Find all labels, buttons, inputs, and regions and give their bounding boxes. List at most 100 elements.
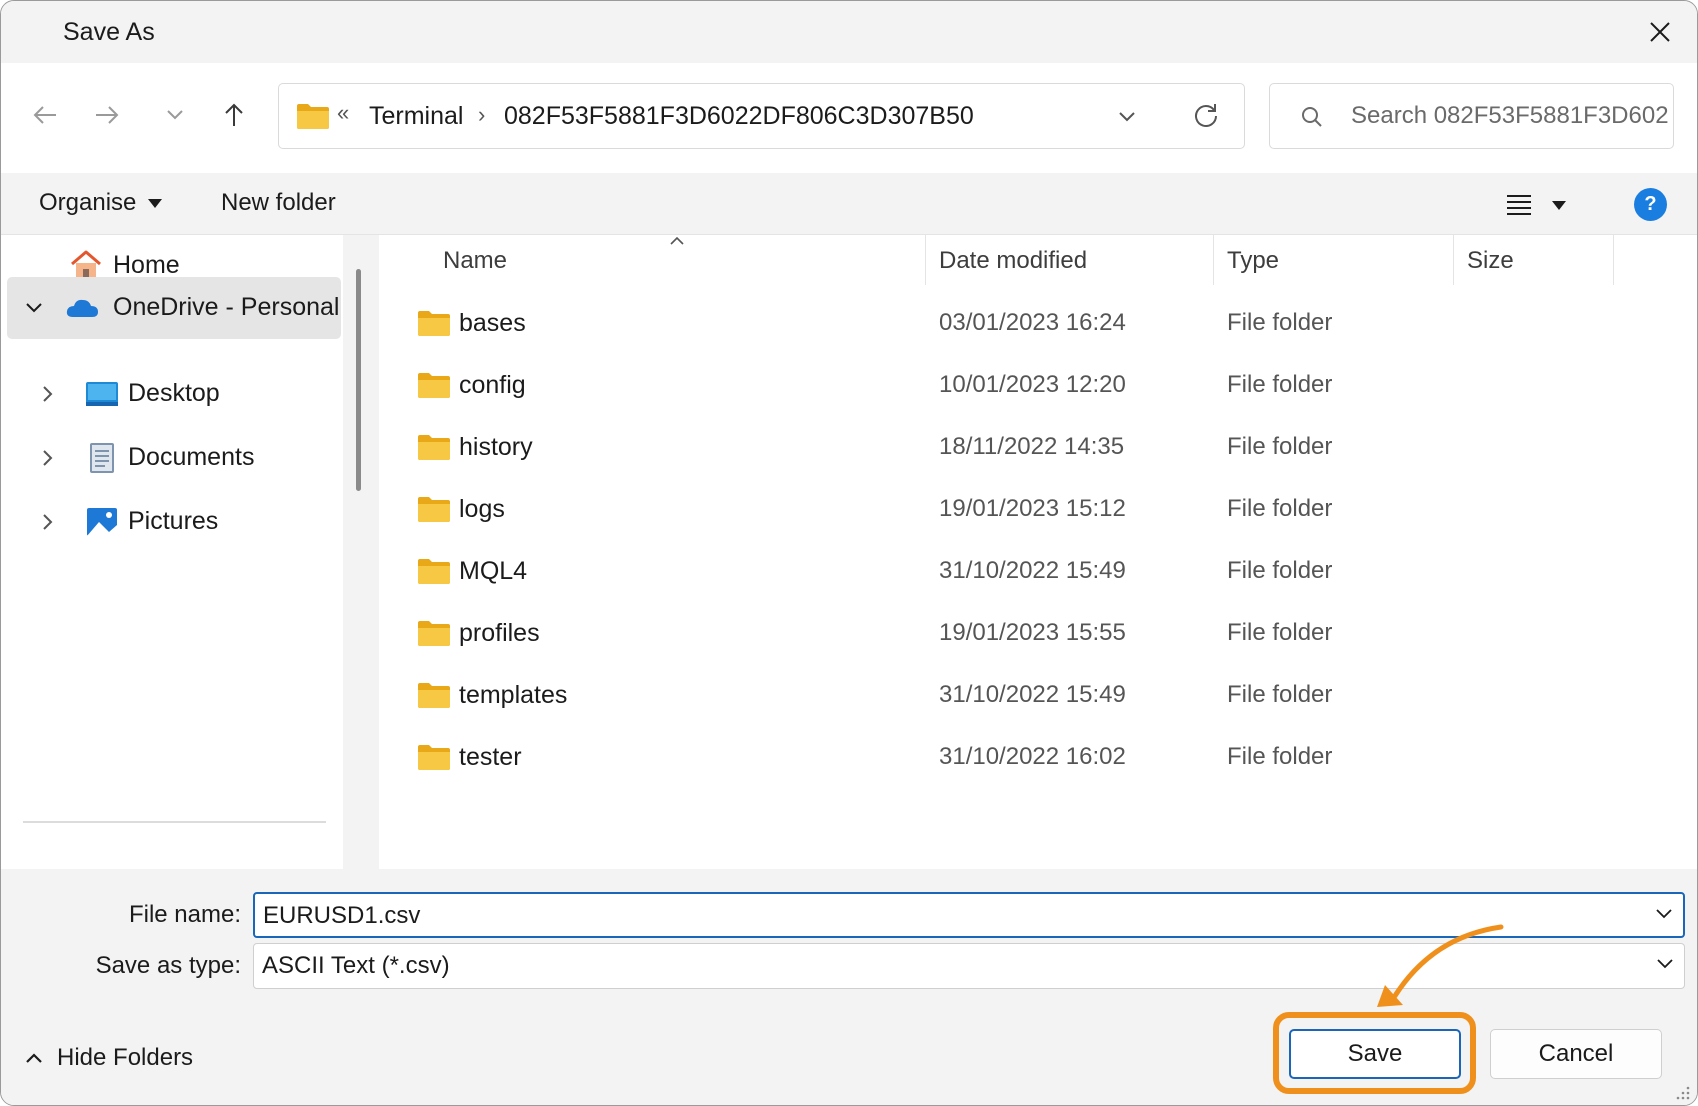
save-type-label: Save as type: (95, 952, 241, 979)
folder-icon (418, 559, 450, 584)
nav-item-label: Home (113, 251, 180, 279)
file-name: profiles (459, 619, 540, 647)
nav-item-desktop[interactable]: Desktop (7, 363, 341, 425)
organise-button[interactable]: Organise (39, 189, 163, 217)
chevron-down-icon[interactable] (1656, 958, 1674, 970)
column-divider[interactable] (1613, 235, 1614, 285)
nav-item-label: Desktop (128, 379, 220, 407)
sort-ascending-icon (670, 236, 684, 245)
search-input[interactable]: Search 082F53F5881F3D6022... (1351, 102, 1669, 130)
organise-label: Organise (39, 189, 137, 216)
chevron-right-icon[interactable] (37, 383, 59, 405)
file-row[interactable]: profiles 19/01/2023 15:55 File folder (379, 605, 1697, 663)
column-header-type[interactable]: Type (1227, 247, 1279, 275)
file-row[interactable]: templates 31/10/2022 15:49 File folder (379, 667, 1697, 725)
forward-arrow-icon (96, 106, 119, 124)
file-name-label: File name: (128, 901, 241, 928)
file-name: history (459, 433, 533, 461)
navigation-pane: Home OneDrive - Personal Desktop Documen… (1, 235, 346, 869)
file-date: 19/01/2023 15:12 (939, 495, 1126, 522)
column-header-date-modified[interactable]: Date modified (939, 247, 1087, 275)
file-type: File folder (1227, 309, 1333, 336)
file-row[interactable]: logs 19/01/2023 15:12 File folder (379, 481, 1697, 539)
window-title: Save As (63, 18, 155, 46)
save-button[interactable]: Save (1289, 1029, 1461, 1079)
chevron-up-icon (26, 1053, 42, 1063)
file-list: Name Date modified Type Size bases 03/01… (379, 235, 1697, 869)
chevron-down-icon[interactable] (23, 297, 45, 319)
chevron-down-icon[interactable] (1655, 908, 1673, 920)
change-view-button[interactable] (1506, 187, 1586, 223)
nav-item-pictures[interactable]: Pictures (7, 491, 341, 553)
file-date: 10/01/2023 12:20 (939, 371, 1126, 398)
file-date: 31/10/2022 15:49 (939, 681, 1126, 708)
file-name: tester (459, 743, 522, 771)
breadcrumb-terminal[interactable]: Terminal (369, 102, 463, 131)
breadcrumb-separator[interactable]: › (478, 102, 485, 128)
search-box[interactable]: Search 082F53F5881F3D6022... (1269, 83, 1674, 149)
resize-grip-icon[interactable] (1675, 1085, 1691, 1101)
file-name: logs (459, 495, 505, 523)
list-view-icon (1507, 195, 1531, 215)
onedrive-cloud-icon (66, 299, 98, 317)
column-header-size[interactable]: Size (1467, 247, 1514, 275)
file-date: 31/10/2022 15:49 (939, 557, 1126, 584)
column-header-name[interactable]: Name (443, 247, 507, 275)
file-row[interactable]: history 18/11/2022 14:35 File folder (379, 419, 1697, 477)
folder-icon (418, 745, 450, 770)
close-button[interactable] (1637, 11, 1683, 53)
nav-item-documents[interactable]: Documents (7, 427, 341, 489)
file-row[interactable]: config 10/01/2023 12:20 File folder (379, 357, 1697, 415)
cancel-button[interactable]: Cancel (1490, 1029, 1662, 1079)
file-type: File folder (1227, 371, 1333, 398)
column-divider[interactable] (1453, 235, 1454, 285)
new-folder-button[interactable]: New folder (221, 189, 336, 217)
file-row[interactable]: MQL4 31/10/2022 15:49 File folder (379, 543, 1697, 601)
refresh-icon[interactable] (1192, 102, 1220, 130)
file-name: MQL4 (459, 557, 528, 585)
nav-scrollbar[interactable] (356, 269, 361, 491)
nav-item-onedrive[interactable]: OneDrive - Personal (7, 277, 341, 339)
forward-button[interactable] (85, 93, 129, 137)
file-row[interactable]: tester 31/10/2022 16:02 File folder (379, 729, 1697, 787)
file-type: File folder (1227, 743, 1333, 770)
file-name-value[interactable]: EURUSD1.csv (263, 902, 420, 930)
file-type: File folder (1227, 495, 1333, 522)
hide-folders-button[interactable]: Hide Folders (25, 1044, 193, 1072)
file-type: File folder (1227, 433, 1333, 460)
breadcrumb-current-folder[interactable]: 082F53F5881F3D6022DF806C3D307B50 (504, 102, 974, 131)
folder-icon (418, 683, 450, 708)
chevron-right-icon[interactable] (37, 447, 59, 469)
address-row: « Terminal › 082F53F5881F3D6022DF806C3D3… (1, 63, 1697, 173)
caret-down-icon (1552, 200, 1566, 210)
file-name: templates (459, 681, 568, 709)
address-bar[interactable]: « Terminal › 082F53F5881F3D6022DF806C3D3… (278, 83, 1245, 149)
up-arrow-icon (225, 103, 243, 126)
folder-icon (418, 435, 450, 460)
pictures-icon (87, 508, 117, 536)
recent-locations-button[interactable] (153, 93, 197, 137)
file-type: File folder (1227, 619, 1333, 646)
chevron-right-icon[interactable] (37, 511, 59, 533)
column-divider[interactable] (1213, 235, 1214, 285)
folder-icon (297, 104, 329, 129)
nav-item-label: OneDrive - Personal (113, 293, 340, 321)
hide-folders-label: Hide Folders (57, 1044, 194, 1071)
file-date: 18/11/2022 14:35 (939, 433, 1125, 460)
file-date: 03/01/2023 16:24 (939, 309, 1126, 336)
back-button[interactable] (23, 93, 67, 137)
address-dropdown-icon[interactable] (1117, 104, 1137, 130)
folder-icon (418, 311, 450, 336)
folder-icon (418, 621, 450, 646)
help-button[interactable]: ? (1634, 188, 1667, 221)
file-row[interactable]: bases 03/01/2023 16:24 File folder (379, 295, 1697, 353)
breadcrumb-overflow[interactable]: « (337, 100, 349, 126)
folder-icon (418, 497, 450, 522)
up-button[interactable] (212, 93, 256, 137)
desktop-icon (86, 382, 118, 406)
file-type: File folder (1227, 681, 1333, 708)
file-name: config (459, 371, 526, 399)
file-date: 19/01/2023 15:55 (939, 619, 1126, 646)
column-divider[interactable] (925, 235, 926, 285)
caret-down-icon (148, 199, 163, 209)
